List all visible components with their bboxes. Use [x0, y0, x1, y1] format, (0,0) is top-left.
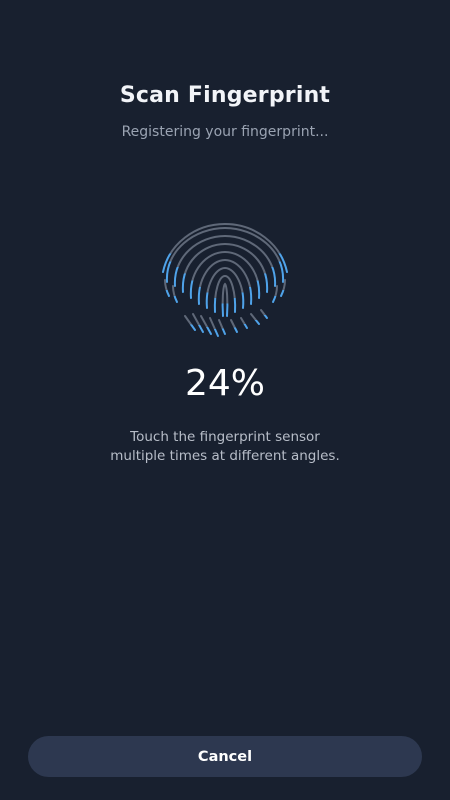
- instruction-line-1: Touch the fingerprint sensor: [130, 429, 320, 445]
- status-subtitle: Registering your fingerprint...: [121, 124, 329, 140]
- enrollment-screen: Scan Fingerprint Registering your finger…: [0, 0, 450, 800]
- instruction-line-2: multiple times at different angles.: [110, 448, 340, 464]
- page-title: Scan Fingerprint: [119, 83, 331, 108]
- cancel-button[interactable]: Cancel: [28, 736, 422, 777]
- fingerprint-icon: [162, 222, 288, 337]
- instruction-text: Touch the fingerprint sensor multiple ti…: [0, 428, 450, 466]
- progress-percent: 24%: [184, 363, 265, 404]
